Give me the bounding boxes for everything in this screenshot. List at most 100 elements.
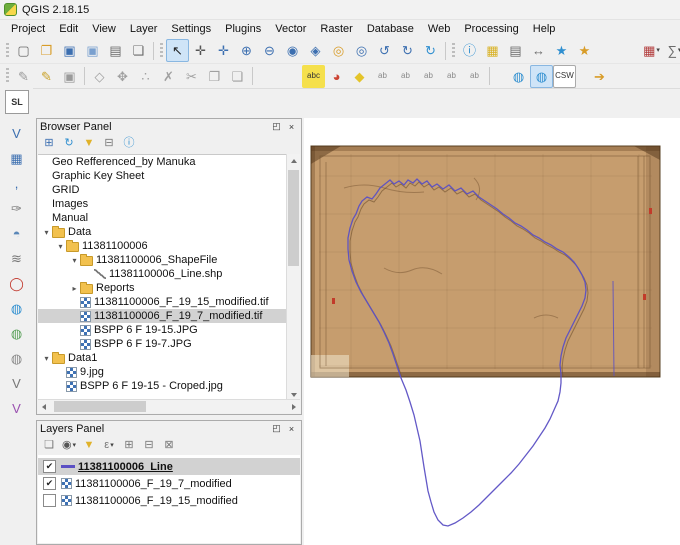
- node-tool-button[interactable]: ∴: [134, 65, 157, 88]
- browser-horizontal-scrollbar[interactable]: [38, 399, 300, 413]
- tree-item[interactable]: Graphic Key Sheet: [38, 169, 288, 183]
- pan-map-button[interactable]: ✛: [189, 39, 212, 62]
- label-move-button[interactable]: ab: [417, 65, 440, 88]
- python-console-button[interactable]: ➔: [588, 65, 611, 88]
- new-shapefile-layer-button[interactable]: V: [5, 372, 28, 395]
- delete-selected-button[interactable]: ✗: [157, 65, 180, 88]
- filter-expression-button[interactable]: ε ▾: [99, 436, 119, 455]
- composer-manager-button[interactable]: ❏: [127, 39, 150, 62]
- add-mssql-layer-button[interactable]: ≋: [5, 247, 28, 270]
- layer-item[interactable]: 11381100006_F_19_15_modified: [38, 492, 300, 509]
- tree-item[interactable]: ▾ 11381100006: [38, 239, 288, 253]
- menu-edit[interactable]: Edit: [52, 21, 85, 37]
- tree-item[interactable]: BSPP 6 F 19-15 - Croped.jpg: [38, 379, 288, 393]
- diagram-options-button[interactable]: ◆: [348, 65, 371, 88]
- menu-raster[interactable]: Raster: [313, 21, 359, 37]
- menu-view[interactable]: View: [85, 21, 123, 37]
- menu-vector[interactable]: Vector: [268, 21, 313, 37]
- menu-database[interactable]: Database: [360, 21, 421, 37]
- layer-item[interactable]: ✔ 11381100006_Line: [38, 458, 300, 475]
- collapse-all-layers-button[interactable]: ⊟: [139, 436, 159, 455]
- web-services-button[interactable]: ◍: [530, 64, 553, 88]
- zoom-out-button[interactable]: ⊖: [258, 39, 281, 62]
- label-rotate-button[interactable]: ab: [440, 65, 463, 88]
- paste-features-button[interactable]: ❏: [226, 65, 249, 88]
- identify-button[interactable]: ⓘ: [458, 39, 481, 62]
- tree-item[interactable]: Manual: [38, 211, 288, 225]
- toggle-editing-button[interactable]: ✎: [35, 65, 58, 88]
- tree-item[interactable]: ▾ Data1: [38, 351, 288, 365]
- browser-close-icon[interactable]: ×: [285, 120, 298, 133]
- copy-features-button[interactable]: ❐: [203, 65, 226, 88]
- expand-all-button[interactable]: ⊞: [119, 436, 139, 455]
- filter-legend-button[interactable]: ▼: [79, 436, 99, 455]
- save-project-button[interactable]: ▣: [58, 39, 81, 62]
- collapse-arrow-icon[interactable]: ▾: [69, 256, 80, 265]
- tree-item[interactable]: ▾ Data: [38, 225, 288, 239]
- statistical-summary-dropdown[interactable]: ∑ ▾: [663, 39, 680, 62]
- tree-item[interactable]: ▾ 11381100006_ShapeFile: [38, 253, 288, 267]
- tree-item[interactable]: ▸ Reports: [38, 281, 288, 295]
- select-features-button[interactable]: ▦: [481, 39, 504, 62]
- open-project-button[interactable]: ❐: [35, 39, 58, 62]
- toolbar-grip[interactable]: [6, 42, 9, 59]
- cut-features-button[interactable]: ✂: [180, 65, 203, 88]
- refresh-browser-button[interactable]: ↻: [59, 134, 79, 153]
- scroll-thumb[interactable]: [54, 401, 146, 412]
- menu-project[interactable]: Project: [4, 21, 52, 37]
- zoom-to-layer-button[interactable]: ◎: [350, 39, 373, 62]
- menu-web[interactable]: Web: [421, 21, 457, 37]
- collapse-arrow-icon[interactable]: ▾: [41, 354, 52, 363]
- browser-vertical-scrollbar[interactable]: [286, 154, 300, 401]
- zoom-next-button[interactable]: ↻: [396, 39, 419, 62]
- remove-layer-button[interactable]: ⊠: [159, 436, 179, 455]
- zoom-in-button[interactable]: ⊕: [235, 39, 258, 62]
- add-postgis-layer-button[interactable]: ◓: [5, 222, 28, 245]
- layer-diagram-button[interactable]: ◕: [325, 65, 348, 88]
- filter-browser-button[interactable]: ▼: [79, 134, 99, 153]
- layers-float-icon[interactable]: ◰: [270, 422, 283, 435]
- scroll-right-button[interactable]: [287, 400, 300, 413]
- menu-settings[interactable]: Settings: [164, 21, 218, 37]
- tree-item[interactable]: 11381100006_F_19_7_modified.tif: [38, 309, 288, 323]
- tree-item[interactable]: Geo Refferenced_by Manuka: [38, 155, 288, 169]
- collapse-arrow-icon[interactable]: ▾: [55, 242, 66, 251]
- add-wfs-layer-button[interactable]: ◍: [5, 347, 28, 370]
- checkbox-checked[interactable]: ✔: [43, 477, 56, 490]
- tree-item[interactable]: 9.jpg: [38, 365, 288, 379]
- add-spatialite-layer-button[interactable]: ✑: [5, 197, 28, 220]
- refresh-map-button[interactable]: ↻: [419, 39, 442, 62]
- scroll-left-button[interactable]: [38, 400, 51, 413]
- new-print-composer-button[interactable]: ▤: [104, 39, 127, 62]
- zoom-native-button[interactable]: ◉: [281, 39, 304, 62]
- add-delimited-text-button[interactable]: ,: [5, 172, 28, 195]
- tree-item[interactable]: GRID: [38, 183, 288, 197]
- measure-button[interactable]: ↔: [527, 39, 550, 62]
- select-by-form-dropdown[interactable]: ▦ ▾: [640, 39, 663, 62]
- new-project-button[interactable]: ▢: [12, 39, 35, 62]
- add-wcs-layer-button[interactable]: ◍: [5, 322, 28, 345]
- collapse-all-button[interactable]: ⊟: [99, 134, 119, 153]
- new-bookmark-button[interactable]: ★: [550, 39, 573, 62]
- properties-widget-button[interactable]: ⓘ: [119, 134, 139, 153]
- add-vector-layer-button[interactable]: V: [5, 122, 28, 145]
- zoom-to-selection-button[interactable]: ◎: [327, 39, 350, 62]
- checkbox-checked[interactable]: ✔: [43, 460, 56, 473]
- move-feature-button[interactable]: ✥: [111, 65, 134, 88]
- tree-item[interactable]: 11381100006_Line.shp: [38, 267, 288, 281]
- toolbar-grip[interactable]: [452, 42, 455, 59]
- toolbar-grip[interactable]: [6, 68, 9, 84]
- select-tool-button[interactable]: ↖: [166, 39, 189, 62]
- layers-close-icon[interactable]: ×: [285, 422, 298, 435]
- add-wms-layer-button[interactable]: ◍: [5, 297, 28, 320]
- label-properties-button[interactable]: ab: [463, 65, 486, 88]
- zoom-last-button[interactable]: ↺: [373, 39, 396, 62]
- csw-button[interactable]: CSW: [553, 64, 576, 88]
- save-layer-edits-button[interactable]: ▣: [58, 65, 81, 88]
- current-edits-button[interactable]: ✎: [12, 65, 35, 88]
- metasearch-button[interactable]: ◍: [507, 65, 530, 88]
- tree-item[interactable]: BSPP 6 F 19-7.JPG: [38, 337, 288, 351]
- add-feature-button[interactable]: ◇: [88, 65, 111, 88]
- expand-arrow-icon[interactable]: ▸: [69, 284, 80, 293]
- pan-to-selection-button[interactable]: ✛: [212, 39, 235, 62]
